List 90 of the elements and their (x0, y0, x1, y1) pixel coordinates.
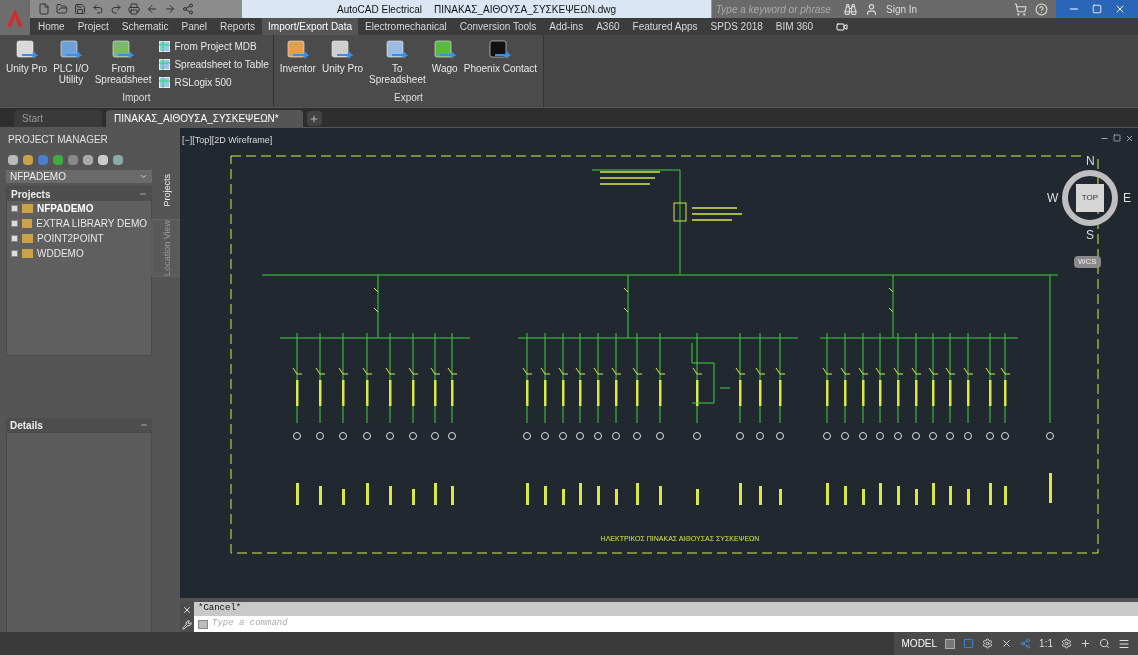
compass-label: W (1046, 191, 1060, 205)
wrench-icon[interactable] (182, 619, 192, 630)
expand-icon[interactable] (11, 205, 18, 212)
save-icon[interactable] (74, 3, 86, 15)
project-item[interactable]: NFPADEMO (37, 201, 94, 216)
ribbon-button[interactable]: From Spreadsheet (92, 39, 154, 85)
ribbon-tab[interactable]: Add-ins (543, 18, 590, 35)
search-icon[interactable] (1099, 638, 1110, 649)
ribbon-tab[interactable]: Schematic (115, 18, 175, 35)
ribbon-tab[interactable]: Conversion Tools (453, 18, 543, 35)
ribbon-tab[interactable]: Panel (175, 18, 214, 35)
back-arrow-icon[interactable] (146, 3, 158, 15)
project-folder-icon (21, 219, 33, 228)
dropdown-value: NFPADEMO (10, 170, 66, 184)
restore-viewport-icon[interactable] (1113, 134, 1121, 142)
close-icon[interactable] (182, 604, 192, 615)
ribbon-button[interactable]: Phoenix Contact (461, 39, 540, 74)
side-tab[interactable]: Projects (161, 174, 175, 207)
table-icon (159, 41, 171, 52)
project-item[interactable]: EXTRA LIBRARY DEMO (36, 216, 147, 231)
plus-icon[interactable] (1080, 638, 1091, 649)
settings-icon[interactable] (1061, 638, 1072, 649)
chevron-down-icon[interactable] (139, 172, 148, 181)
print-icon[interactable] (128, 3, 140, 15)
table-icon (159, 59, 171, 70)
expand-icon[interactable] (11, 220, 18, 227)
ribbon-tab[interactable]: Project (71, 18, 115, 35)
section-header: Details (10, 418, 43, 433)
ribbon-tab[interactable]: Reports (214, 18, 262, 35)
binoculars-icon[interactable] (844, 2, 857, 16)
redo-icon[interactable] (110, 3, 122, 15)
prompt-icon[interactable] (198, 619, 208, 629)
ribbon-button[interactable]: PLC I/O Utility (51, 39, 91, 85)
ribbon-button[interactable]: Wago (429, 39, 460, 74)
new-file-icon[interactable] (38, 3, 50, 15)
ribbon-button[interactable]: To Spreadsheet (367, 39, 428, 85)
open-folder-icon[interactable] (56, 3, 68, 15)
viewcube-face[interactable]: TOP (1076, 184, 1104, 212)
ribbon-tab[interactable]: A360 (590, 18, 626, 35)
ribbon-small-button[interactable]: RSLogix 500 (159, 75, 269, 90)
ribbon-button[interactable]: Unity Pro (4, 39, 50, 74)
grid-icon[interactable] (945, 638, 956, 649)
table-icon (159, 77, 171, 88)
palette-title: PROJECT MANAGER (7, 132, 109, 147)
share-icon[interactable] (182, 3, 194, 15)
ribbon-button[interactable]: Unity Pro (319, 39, 366, 74)
collapse-icon[interactable] (139, 190, 147, 198)
section-header: Projects (11, 187, 51, 202)
project-item[interactable]: POINT2POINT (37, 231, 104, 246)
menu-icon[interactable] (1118, 637, 1130, 650)
ribbon-tab[interactable]: BIM 360 (769, 18, 820, 35)
close-icon[interactable] (1114, 3, 1126, 15)
project-folder-icon (22, 234, 33, 243)
compass-label: E (1122, 191, 1132, 205)
document-title: ΠΙΝΑΚΑΣ_ΑΙΘΟΥΣΑ_ΣΥΣΚΕΨΕΩΝ.dwg (434, 2, 616, 17)
close-viewport-icon[interactable] (1125, 134, 1134, 143)
ribbon-tab[interactable]: Electromechanical (359, 18, 453, 35)
project-folder-icon (22, 204, 33, 213)
expand-icon[interactable] (11, 235, 18, 242)
panel-title: Import (121, 91, 152, 105)
project-folder-icon (22, 249, 33, 258)
ribbon-tab[interactable]: SPDS 2018 (704, 18, 769, 35)
ribbon-tab[interactable]: Home (32, 18, 71, 35)
cart-icon[interactable] (1014, 2, 1027, 16)
undo-icon[interactable] (92, 3, 104, 15)
model-space-button[interactable]: MODEL (901, 636, 938, 651)
project-item[interactable]: WDDEMO (37, 246, 84, 261)
viewport-label[interactable]: [−][Top][2D Wireframe] (182, 134, 273, 148)
document-tab[interactable]: ΠΙΝΑΚΑΣ_ΑΙΘΟΥΣΑ_ΣΥΣΚΕΨΕΩΝ* (106, 110, 303, 127)
app-title: AutoCAD Electrical (337, 2, 423, 17)
restore-icon[interactable] (1092, 4, 1102, 14)
help-icon[interactable] (1035, 2, 1048, 16)
ribbon-small-button[interactable]: Spreadsheet to Table (159, 57, 269, 72)
video-icon[interactable] (836, 20, 849, 33)
project-dropdown[interactable]: NFPADEMO (6, 170, 152, 183)
collapse-icon[interactable] (140, 421, 148, 429)
ribbon-small-button[interactable]: From Project MDB (159, 39, 269, 54)
ribbon-button[interactable]: Inventor (277, 39, 318, 74)
user-icon[interactable] (865, 2, 878, 16)
compass-label: N (1085, 154, 1096, 168)
document-tab[interactable]: Start (14, 110, 102, 127)
command-history: *Cancel* (197, 602, 243, 616)
expand-icon[interactable] (11, 250, 18, 257)
forward-arrow-icon[interactable] (164, 3, 176, 15)
annotation-scale-button[interactable]: 1:1 (1039, 636, 1053, 651)
compass-label: S (1085, 228, 1095, 242)
ribbon-tab[interactable]: Featured Apps (626, 18, 704, 35)
new-tab-icon[interactable] (306, 111, 322, 126)
ribbon-tab[interactable]: Import/Export Data (262, 18, 358, 35)
panel-title: Export (393, 91, 424, 105)
